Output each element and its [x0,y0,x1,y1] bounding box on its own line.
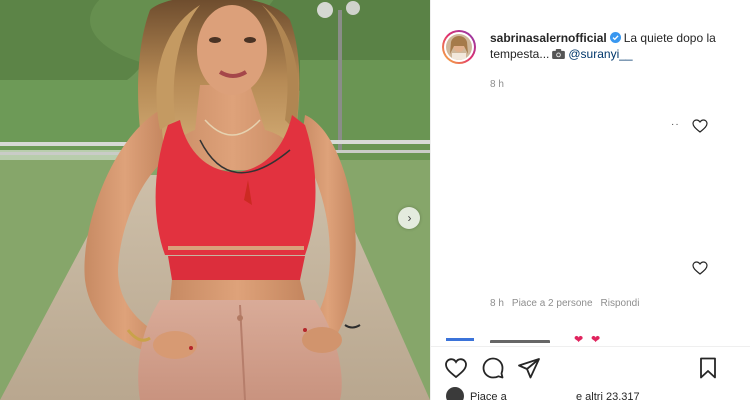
next-photo-button[interactable]: › [398,207,420,229]
post-actions [444,356,724,382]
post-caption-row: sabrinasalernofficial La quiete dopo la t… [442,30,742,64]
avatar[interactable] [442,30,476,64]
post-image [0,0,430,400]
likes-others-link[interactable]: e altri 23.317 [576,391,640,400]
post-caption: sabrinasalernofficial La quiete dopo la t… [490,30,722,64]
avatar-image [446,34,472,60]
comment-likes-link[interactable]: Piace a 2 persone [512,298,593,309]
likes-summary: Piace a e altri 23.317 [446,387,736,400]
bookmark-icon[interactable] [696,356,720,380]
heart-emoji-icon: ❤ [574,335,584,343]
camera-icon [552,49,566,59]
partial-comment-text [490,340,550,343]
partial-comment-row: ❤ ❤ [490,335,730,343]
heart-emoji-icon: ❤ [591,335,601,343]
comment-meta: 8 h Piace a 2 persone Rispondi [490,298,639,309]
verified-badge-icon [609,32,621,43]
likes-prefix: Piace a [470,391,507,400]
comment-icon[interactable] [481,356,505,380]
comment-avatar-edge [446,338,474,341]
send-icon[interactable] [517,356,541,380]
username-link[interactable]: sabrinasalernofficial [490,31,607,45]
chevron-right-icon: › [407,211,412,225]
like-heart-icon[interactable] [444,356,468,380]
more-options-icon[interactable]: ·· [671,119,680,130]
liker-avatar[interactable] [446,387,464,400]
post-photo[interactable]: › [0,0,430,400]
post-timestamp: 8 h [490,79,504,90]
mention-link[interactable]: @suranyi__ [568,47,632,61]
comment-like-heart-icon[interactable] [692,261,708,275]
comment-timestamp: 8 h [490,298,504,309]
heart-icon[interactable] [692,119,708,133]
reply-button[interactable]: Rispondi [601,298,640,309]
divider [430,346,750,347]
